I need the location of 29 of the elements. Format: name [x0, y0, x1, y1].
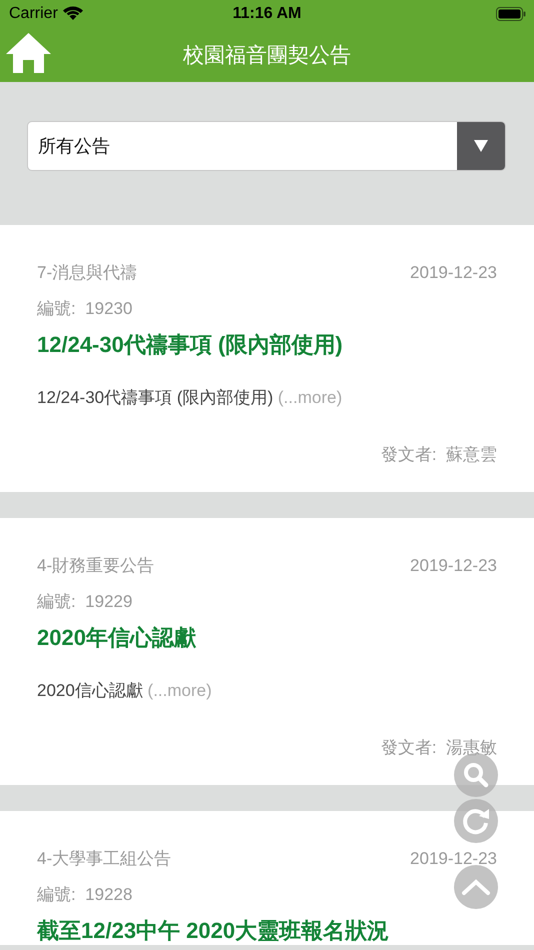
- notice-number: 編號: 19228: [37, 884, 132, 906]
- category-label: 4-大學事工組公告: [37, 850, 172, 866]
- category-dropdown[interactable]: 所有公告: [27, 121, 506, 171]
- notice-excerpt: 12/24-30代禱事項 (限內部使用) (...more): [37, 387, 344, 409]
- notice-title[interactable]: 截至12/23中午 2020大靈班報名狀況: [37, 917, 390, 945]
- category-label: 7-消息與代禱: [37, 264, 138, 280]
- author-label: 發文者: 湯惠敏: [380, 737, 497, 759]
- author-label: 發文者: 蘇意雲: [380, 444, 497, 466]
- search-icon: [463, 762, 489, 788]
- carrier-label: Carrier: [9, 4, 58, 22]
- battery-icon: [496, 6, 526, 20]
- notice-title[interactable]: 2020年信心認獻: [37, 624, 196, 652]
- clock-time: 11:16 AM: [232, 4, 302, 22]
- date-label: 2019-12-23: [410, 264, 497, 280]
- date-label: 2019-12-23: [410, 556, 497, 574]
- home-button[interactable]: [5, 32, 52, 74]
- home-icon: [5, 32, 52, 74]
- dropdown-arrow-icon: [474, 140, 488, 152]
- notice-number: 編號: 19230: [37, 298, 132, 320]
- date-label: 2019-12-23: [410, 850, 497, 866]
- wifi-icon: [62, 6, 83, 21]
- refresh-button[interactable]: [454, 799, 498, 843]
- caret-up-icon: [461, 878, 491, 896]
- notice-excerpt: 2020信心認獻 (...more): [37, 680, 213, 702]
- category-label: 4-財務重要公告: [37, 556, 154, 574]
- notice-number: 編號: 19229: [37, 591, 132, 613]
- notice-title[interactable]: 12/24-30代禱事項 (限內部使用): [37, 331, 343, 359]
- page-title: 校園福音團契公告: [182, 42, 352, 68]
- refresh-icon: [461, 806, 491, 836]
